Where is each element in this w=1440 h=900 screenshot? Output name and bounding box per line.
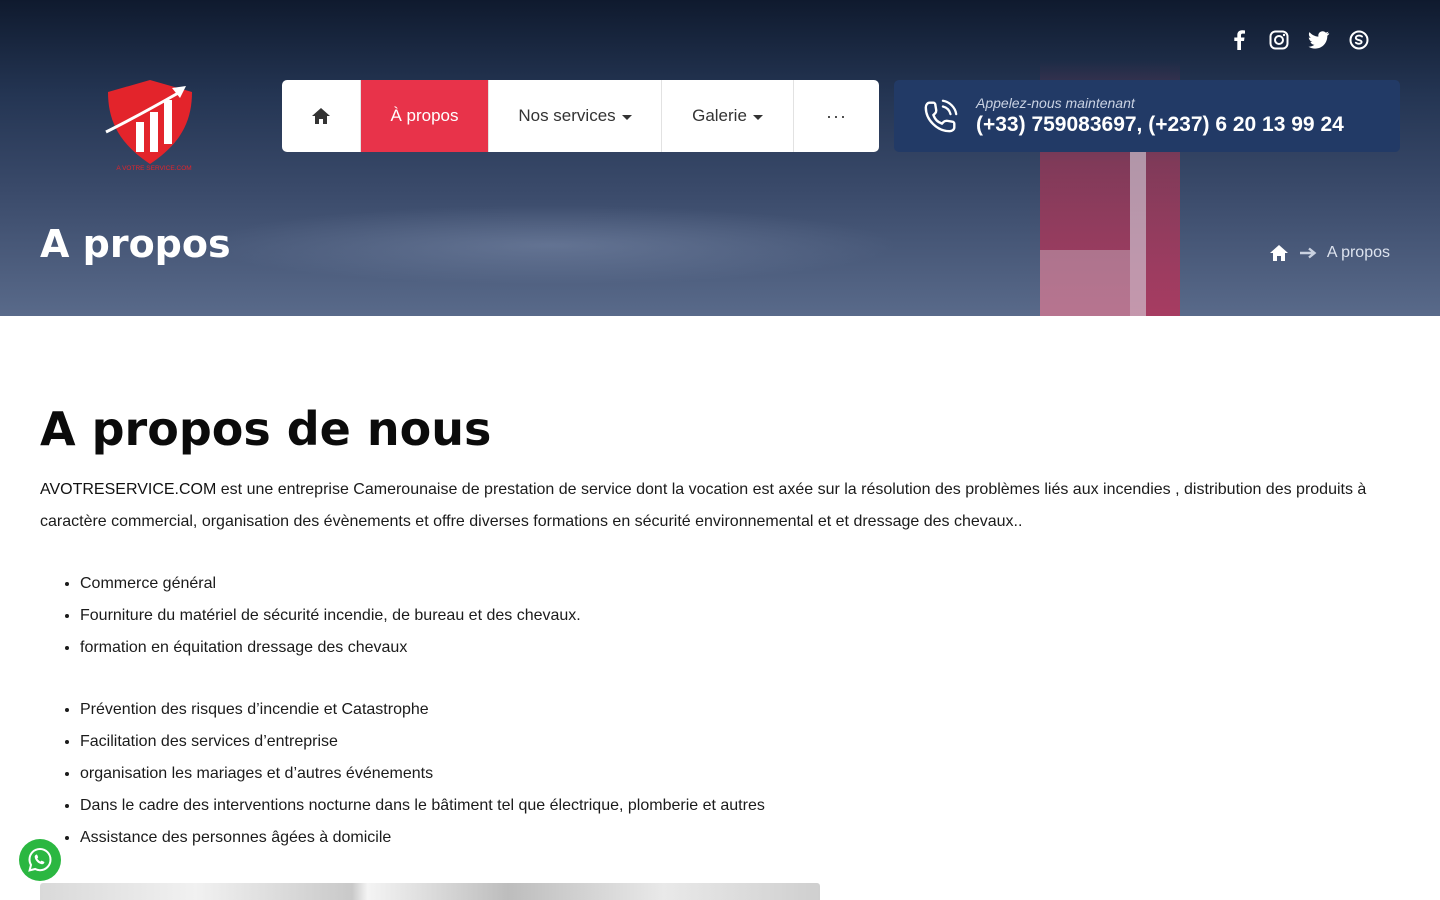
- call-box[interactable]: Appelez-nous maintenant (+33) 759083697,…: [894, 80, 1400, 152]
- whatsapp-icon: [28, 847, 52, 872]
- list-item: Assistance des personnes âgées à domicil…: [80, 822, 1400, 854]
- list-item: formation en équitation dressage des che…: [80, 632, 1400, 664]
- hero-background-band: [1040, 250, 1130, 316]
- home-icon: [312, 108, 330, 124]
- skype-icon[interactable]: [1346, 28, 1372, 52]
- list-item: Prévention des risques d’incendie et Cat…: [80, 694, 1400, 726]
- whatsapp-button[interactable]: [19, 839, 61, 881]
- chevron-down-icon: [752, 115, 763, 120]
- nav-more-button[interactable]: ···: [794, 80, 879, 152]
- hero-banner: A VOTRE SERVICE.COM À propos Nos service…: [0, 0, 1440, 316]
- section-heading: A propos de nous: [40, 402, 492, 456]
- page-title: A propos: [40, 222, 231, 266]
- services-list-2: Prévention des risques d’incendie et Cat…: [40, 694, 1400, 854]
- hero-background-blur: [200, 205, 900, 285]
- facebook-icon[interactable]: [1226, 28, 1252, 52]
- intro-paragraph: AVOTRESERVICE.COM est une entreprise Cam…: [40, 474, 1400, 538]
- call-label: Appelez-nous maintenant: [976, 95, 1135, 111]
- phone-numbers[interactable]: (+33) 759083697, (+237) 6 20 13 99 24: [976, 113, 1344, 137]
- main-nav: À propos Nos services Galerie ···: [282, 80, 879, 152]
- list-item: organisation les mariages et d’autres év…: [80, 758, 1400, 790]
- nav-about-label: À propos: [390, 106, 459, 125]
- list-item: Commerce général: [80, 568, 1400, 600]
- arrow-right-icon: [1299, 247, 1317, 259]
- instagram-icon[interactable]: [1266, 28, 1292, 52]
- breadcrumb: A propos: [1269, 244, 1390, 262]
- list-item: Dans le cadre des interventions nocturne…: [80, 790, 1400, 822]
- chevron-down-icon: [621, 115, 632, 120]
- nav-services[interactable]: Nos services: [489, 80, 662, 152]
- breadcrumb-current: A propos: [1326, 244, 1390, 261]
- more-icon: ···: [826, 105, 847, 126]
- svg-text:A VOTRE SERVICE.COM: A VOTRE SERVICE.COM: [116, 165, 191, 172]
- intro-text: est une entreprise Camerounaise de prest…: [40, 481, 1367, 530]
- list-item: Fourniture du matériel de sécurité incen…: [80, 600, 1400, 632]
- nav-about[interactable]: À propos: [361, 80, 489, 152]
- social-links: [1226, 28, 1372, 52]
- brand-name: AVOTRESERVICE.COM: [40, 481, 217, 498]
- nav-gallery[interactable]: Galerie: [662, 80, 794, 152]
- nav-home[interactable]: [282, 80, 361, 152]
- list-item: Facilitation des services d’entreprise: [80, 726, 1400, 758]
- logo[interactable]: A VOTRE SERVICE.COM: [100, 78, 200, 174]
- phone-icon: [924, 99, 958, 133]
- about-section: A propos de nous AVOTRESERVICE.COM est u…: [40, 400, 1400, 854]
- breadcrumb-home-icon[interactable]: [1269, 244, 1289, 262]
- nav-gallery-label: Galerie: [692, 106, 747, 125]
- gallery-image-preview: [40, 883, 820, 900]
- nav-services-label: Nos services: [518, 106, 616, 125]
- services-list-1: Commerce général Fourniture du matériel …: [40, 568, 1400, 664]
- twitter-icon[interactable]: [1306, 28, 1332, 52]
